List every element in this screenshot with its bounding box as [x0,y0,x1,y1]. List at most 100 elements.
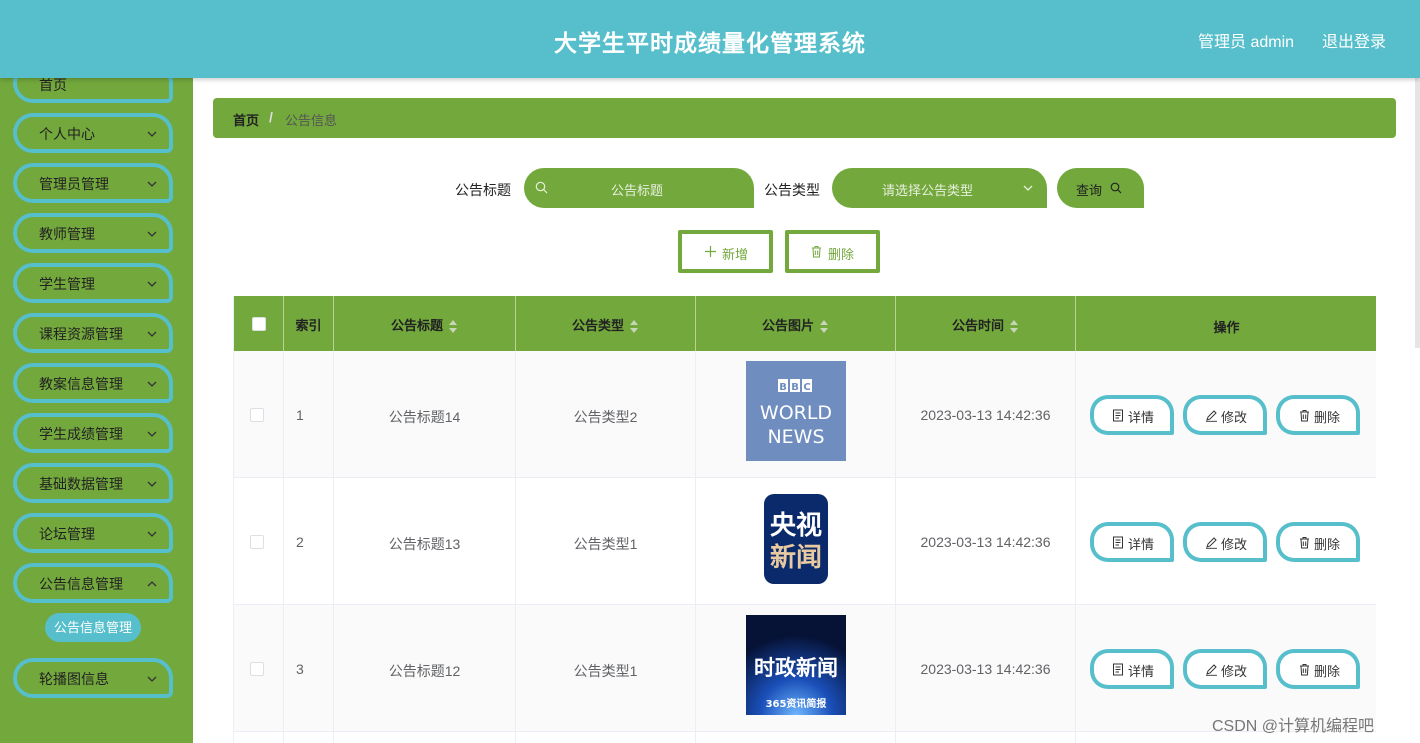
edit-button-label: 修改 [1221,664,1248,679]
sidebar-item-personal-center[interactable]: 个人中心 [13,113,173,153]
edit-button[interactable]: 修改 [1183,522,1267,562]
index-cell: 2 [284,478,334,605]
trash-icon [812,246,821,258]
chevron-down-icon [147,676,157,682]
bbc-letter: B [779,382,787,393]
bbc-world-news-thumbnail[interactable]: B B C WORLD NEWS [746,361,846,461]
sidebar-item-basic-data[interactable]: 基础数据管理 [13,463,173,503]
column-header-time[interactable]: 公告时间 [896,296,1076,351]
row-select-cell [234,351,284,478]
batch-delete-button[interactable]: 删除 [785,230,880,273]
detail-button[interactable]: 详情 [1090,395,1174,435]
type-value: 公告类型1 [573,663,638,679]
thumbnail-line: NEWS [767,426,824,448]
row-select-cell [234,605,284,732]
title-cell: 公告标题14 [334,351,516,478]
add-button[interactable]: 新增 [678,230,773,273]
index-cell [284,732,334,743]
sidebar-item-student-grades[interactable]: 学生成绩管理 [13,413,173,453]
sidebar-item-label: 学生管理 [39,276,95,292]
type-cell: 公告类型1 [516,478,696,605]
time-cell [896,732,1076,743]
edit-button[interactable]: 修改 [1183,649,1267,689]
image-cell: B B C WORLD NEWS [696,351,896,478]
operations-cell: 详情 修改 删除 [1076,351,1376,478]
search-icon [1110,182,1122,194]
chevron-down-icon [147,131,157,137]
sidebar-item-course-resources[interactable]: 课程资源管理 [13,313,173,353]
row-checkbox[interactable] [250,408,264,422]
row-checkbox[interactable] [250,535,264,549]
sidebar-item-lesson-plans[interactable]: 教案信息管理 [13,363,173,403]
page-scrollbar[interactable] [1415,78,1420,348]
breadcrumb-separator: / [269,109,273,125]
sidebar-subitem-announcement-management[interactable]: 公告信息管理 [45,613,141,642]
title-value: 公告标题12 [388,663,461,679]
pencil-icon [1206,410,1217,422]
type-select-label: 公告类型 [764,182,820,198]
pencil-icon [1206,537,1217,549]
select-all-checkbox[interactable] [252,317,266,331]
chevron-down-icon [147,281,157,287]
chevron-down-icon [147,231,157,237]
title-search-input[interactable]: 公告标题 [524,168,754,208]
chevron-down-icon [1023,185,1033,191]
sidebar-item-label: 基础数据管理 [39,476,123,492]
detail-button[interactable]: 详情 [1090,649,1174,689]
sidebar-item-carousel[interactable]: 轮播图信息 [13,658,173,698]
thumbnail-line: 时政新闻 [754,656,838,680]
column-header-image[interactable]: 公告图片 [696,296,896,351]
chevron-down-icon [147,381,157,387]
operations-cell: 详情 修改 删除 [1076,478,1376,605]
trash-icon [1300,537,1309,549]
sort-icon[interactable] [449,319,458,334]
chevron-down-icon [147,331,157,337]
sidebar-item-announcements[interactable]: 公告信息管理 [13,563,173,603]
sidebar-item-admin-management[interactable]: 管理员管理 [13,163,173,203]
batch-delete-button-label: 删除 [828,247,855,262]
column-header-title[interactable]: 公告标题 [334,296,516,351]
cctv-news-thumbnail[interactable]: 央视 新闻 [764,494,828,584]
sidebar-item-forum[interactable]: 论坛管理 [13,513,173,553]
title-value: 公告标题13 [388,536,461,552]
delete-button[interactable]: 删除 [1276,395,1360,435]
sidebar-item-label: 公告信息管理 [39,576,123,592]
table-row [234,732,1376,743]
sidebar-item-teacher-management[interactable]: 教师管理 [13,213,173,253]
thumbnail-line: 新闻 [770,542,822,573]
breadcrumb: 首页 / 公告信息 [213,98,1396,138]
delete-button[interactable]: 删除 [1276,522,1360,562]
column-header-type[interactable]: 公告类型 [516,296,696,351]
delete-button[interactable]: 删除 [1276,649,1360,689]
time-value: 2023-03-13 14:42:36 [920,661,1051,677]
chevron-up-icon [147,581,157,587]
current-user: 管理员 admin [1198,34,1295,51]
sort-icon[interactable] [630,319,639,334]
logout-link[interactable]: 退出登录 [1322,28,1386,52]
column-header-label: 操作 [1213,320,1240,335]
political-news-thumbnail[interactable]: 时政新闻 365资讯简报 [746,615,846,715]
bbc-letter: B [791,382,799,393]
sidebar-item-student-management[interactable]: 学生管理 [13,263,173,303]
trash-icon [1300,664,1309,676]
sort-icon[interactable] [820,319,829,334]
sidebar-item-label: 教案信息管理 [39,376,123,392]
type-select[interactable]: 请选择公告类型 [832,168,1047,208]
column-header-index: 索引 [284,296,334,351]
breadcrumb-home[interactable]: 首页 [233,110,259,129]
sort-icon[interactable] [1010,319,1019,334]
title-search-placeholder: 公告标题 [611,183,664,198]
row-checkbox[interactable] [250,662,264,676]
detail-button[interactable]: 详情 [1090,522,1174,562]
type-cell: 公告类型1 [516,605,696,732]
announcement-table: 索引 公告标题 公告类型 公告图片 公告时间 操作 1 公告标题14 公告类型2… [233,296,1376,743]
column-header-label: 公告时间 [951,318,1004,333]
document-icon [1113,663,1123,676]
image-cell: 时政新闻 365资讯简报 [696,605,896,732]
delete-button-label: 删除 [1314,664,1341,679]
watermark: CSDN @计算机编程吧 [1212,718,1375,735]
query-button[interactable]: 查询 [1057,168,1144,208]
edit-button[interactable]: 修改 [1183,395,1267,435]
table-header: 索引 公告标题 公告类型 公告图片 公告时间 操作 [234,296,1376,351]
sidebar-item-home[interactable]: 首页 [13,78,173,103]
